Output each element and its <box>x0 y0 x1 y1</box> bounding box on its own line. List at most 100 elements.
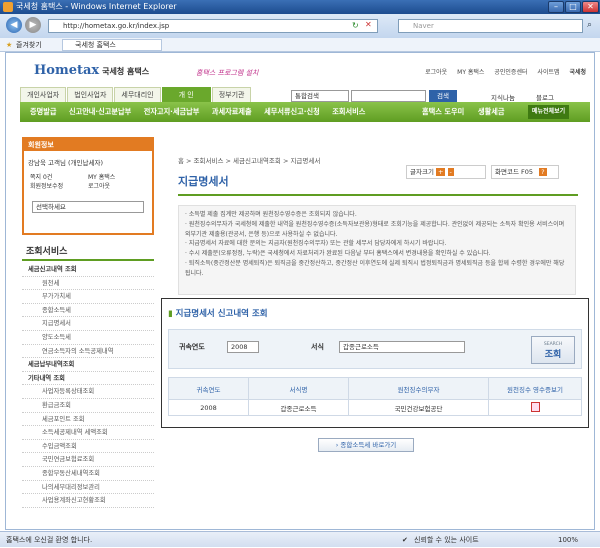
quick-menu-select[interactable]: 선택하세요 <box>32 201 144 213</box>
nav-item-report[interactable]: 신고안내·신고분납부 <box>69 107 131 116</box>
status-bar: 홈택스에 오신걸 환영 합니다. ✔ 신뢰할 수 있는 사이트 100% <box>0 531 600 547</box>
nav-item-cert[interactable]: 증명발급 <box>30 107 56 116</box>
result-table: 귀속연도 서식명 원천징수의무자 원천징수 영수증보기 2008 갑종근로소득 … <box>168 377 582 416</box>
tab-corporate-biz[interactable]: 법인사업자 <box>67 87 114 102</box>
query-panel: ▮ 지급명세서 신고내역 조회 귀속연도 2008 서식 갑종근로소득 SEAR… <box>161 298 589 428</box>
site-logo[interactable]: Hometax 국세청 홈택스 <box>34 63 149 78</box>
bullet-icon: ▮ <box>168 309 176 319</box>
my-hometax-link[interactable]: MY 홈택스 <box>88 173 146 182</box>
nav-life-tax[interactable]: 생활세금 <box>478 102 504 122</box>
sidebar-item[interactable]: 수입금액조회 <box>22 440 154 454</box>
stop-icon[interactable]: ✕ <box>365 20 372 29</box>
search-input[interactable]: Naver <box>398 19 583 33</box>
install-program-link[interactable]: 홈택스 프로그램 설치 <box>196 68 258 78</box>
close-button[interactable]: ✕ <box>582 1 599 13</box>
back-icon[interactable]: ◀ <box>6 17 22 33</box>
zoom-level[interactable]: 100% <box>558 532 578 548</box>
sidebar-item[interactable]: 나의세무대리정보관리 <box>22 481 154 495</box>
logo-text: Hometax <box>34 63 100 78</box>
refresh-icon[interactable]: ↻ <box>352 21 359 30</box>
sidebar-item[interactable]: 연금소득자의 소득공제내역 <box>22 345 154 359</box>
minimize-button[interactable]: – <box>548 1 564 13</box>
zone-icon: ✔ <box>402 536 408 544</box>
search-button-label: 조회 <box>544 350 562 360</box>
sidebar-item[interactable]: 소득세공제내역 세액조회 <box>22 426 154 440</box>
tab-individual[interactable]: 개 인 <box>161 87 211 102</box>
view-receipt-icon[interactable] <box>530 401 540 412</box>
sidebar-item[interactable]: 세금납부내역조회 <box>22 358 154 372</box>
favorites-button[interactable]: 즐겨찾기 <box>16 38 42 52</box>
address-input[interactable]: http://hometax.go.kr/index.jsp <box>48 19 378 33</box>
sidebar-item[interactable]: 부가가치세 <box>22 290 154 304</box>
form-type-label: 서식 <box>311 343 324 351</box>
main-tabs: 개인사업자 법인사업자 세무대리인 개 인 정부기관 <box>20 87 252 102</box>
top-links: 로그아웃 MY 홈택스 공인인증센터 사이트맵 국세청 <box>417 67 586 76</box>
sidebar-item[interactable]: 환급금조회 <box>22 399 154 413</box>
sidebar-item[interactable]: 세금포인트 조회 <box>22 413 154 427</box>
top-link-my[interactable]: MY 홈택스 <box>457 69 484 76</box>
query-title-text: 지급명세서 신고내역 조회 <box>175 309 268 319</box>
msg-link[interactable]: 쪽지 0건 <box>30 173 88 182</box>
notice-text: · 지급명세서 자료에 대한 문의는 지급자(원천징수의무자) 또는 관할 세무… <box>185 240 447 248</box>
sidebar-item[interactable]: 국민연금보험료조회 <box>22 453 154 467</box>
title-divider <box>178 194 578 196</box>
screen-code-box: 화면코드 F05 ? <box>491 165 559 179</box>
maximize-button[interactable]: □ <box>565 1 581 13</box>
top-link-cert[interactable]: 공인인증센터 <box>494 69 527 76</box>
member-info-box: 회원정보 강남욱 고객님 (개인납세자) 쪽지 0건 MY 홈택스 회원정보수정… <box>22 137 154 235</box>
site-search-input[interactable] <box>351 90 426 102</box>
sidebar-item[interactable]: 원천세 <box>22 277 154 291</box>
top-link-sitemap[interactable]: 사이트맵 <box>537 69 559 76</box>
query-form: 귀속연도 2008 서식 갑종근로소득 SEARCH 조회 <box>168 329 582 369</box>
cell-view <box>488 399 582 416</box>
nav-all-menu[interactable]: 메뉴전체보기 <box>528 105 570 119</box>
search-type-select[interactable]: 통합검색 <box>291 90 349 102</box>
column-header: 원천징수의무자 <box>348 377 489 400</box>
form-type-select[interactable]: 갑종근로소득 <box>339 341 465 353</box>
nav-item-payment[interactable]: 전자고지·세금납부 <box>144 107 200 116</box>
logo-subtext: 국세청 홈택스 <box>102 67 150 76</box>
nav-helper[interactable]: 홈택스 도우미 <box>422 102 464 122</box>
search-button[interactable]: SEARCH 조회 <box>531 336 575 364</box>
notice-text: · 소득별 제출 집계만 제공하며 원천징수영수증은 조회되지 않습니다. <box>185 211 357 218</box>
edit-member-link[interactable]: 회원정보수정 <box>30 182 88 191</box>
year-select[interactable]: 2008 <box>227 341 259 353</box>
site-search-button[interactable]: 검색 <box>429 90 457 102</box>
member-info-header: 회원정보 <box>24 139 152 151</box>
tab-individual-biz[interactable]: 개인사업자 <box>20 87 67 102</box>
sidebar-item[interactable]: 지급명세서 <box>22 317 154 331</box>
top-link-logout[interactable]: 로그아웃 <box>425 69 447 76</box>
knowledge-link[interactable]: 지식나눔 <box>491 92 515 102</box>
screen-code: 화면코드 F05 <box>495 168 533 176</box>
sidebar-item[interactable]: 사업용계좌신고현황조회 <box>22 494 154 508</box>
font-size-decrease-button[interactable]: - <box>447 168 454 176</box>
nav-item-submit[interactable]: 과세자료제출 <box>212 107 252 116</box>
sidebar-item[interactable]: 종합부동산세내역조회 <box>22 467 154 481</box>
help-icon[interactable]: ? <box>539 168 547 176</box>
search-icon[interactable]: ⌕ <box>587 20 592 30</box>
logout-link[interactable]: 로그아웃 <box>88 182 146 191</box>
column-header: 서식명 <box>248 377 349 400</box>
query-title: ▮ 지급명세서 신고내역 조회 <box>168 307 268 319</box>
sidebar-item[interactable]: 양도소득세 <box>22 331 154 345</box>
tab-government[interactable]: 정부기관 <box>211 87 252 102</box>
sidebar-item[interactable]: 종합소득세 <box>22 304 154 318</box>
sidebar-item[interactable]: 기타내역 조회 <box>22 372 154 386</box>
sidebar-item[interactable]: 세금신고내역 조회 <box>22 263 154 277</box>
window-title: 국세청 홈택스 - Windows Internet Explorer <box>16 2 177 11</box>
browser-tab[interactable]: 국세청 홈택스 <box>62 39 162 51</box>
sidebar-title: 조회서비스 <box>22 243 154 261</box>
nav-item-inquiry[interactable]: 조회서비스 <box>332 107 365 116</box>
top-link-nts[interactable]: 국세청 <box>569 69 586 76</box>
cell-form: 갑종근로소득 <box>248 399 349 416</box>
zone-text: 신뢰할 수 있는 사이트 <box>414 536 479 544</box>
sidebar-item[interactable]: 사업자등록상태조회 <box>22 385 154 399</box>
window-title-bar: 국세청 홈택스 - Windows Internet Explorer <box>0 0 600 14</box>
star-icon: ★ <box>6 41 13 49</box>
tab-tax-agent[interactable]: 세무대리인 <box>114 87 161 102</box>
blog-link[interactable]: 블로그 <box>536 92 554 102</box>
nav-item-docs[interactable]: 세무서류신고·신청 <box>264 107 320 116</box>
forward-icon[interactable]: ▶ <box>25 17 41 33</box>
font-size-increase-button[interactable]: + <box>436 168 446 176</box>
income-tax-shortcut-button[interactable]: › 종합소득세 바로가기 <box>318 438 414 452</box>
